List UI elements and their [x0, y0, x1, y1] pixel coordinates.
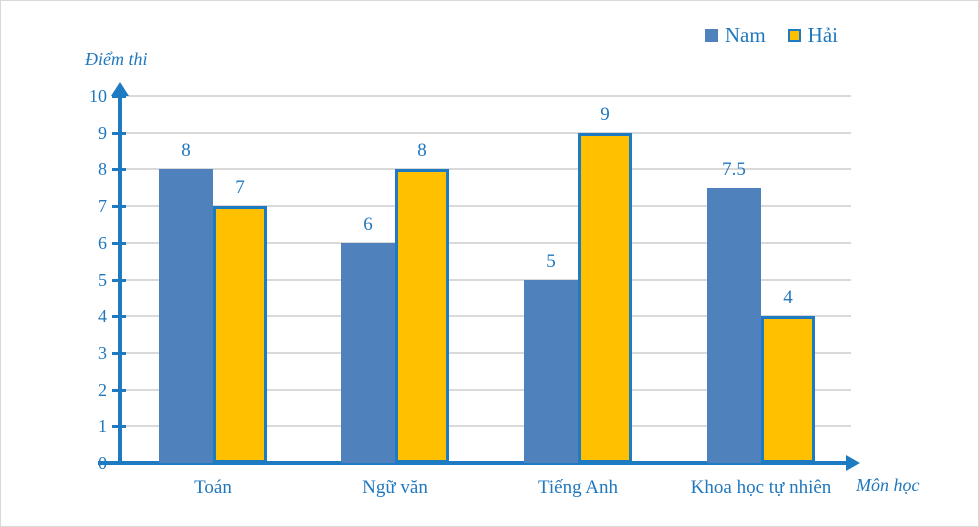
legend-item-nam[interactable]: Nam [704, 23, 766, 47]
y-axis-tick-label: 2 [98, 379, 107, 400]
legend-label-nam: Nam [724, 23, 766, 47]
bar-value-label: 7 [235, 177, 245, 199]
y-axis-tick-label: 1 [98, 416, 107, 437]
y-axis-line [118, 92, 122, 465]
legend-item-hai[interactable]: Hải [787, 23, 838, 47]
x-axis-arrow-icon [846, 455, 860, 471]
legend-swatch-hai-icon [787, 29, 801, 42]
y-axis-tick-label: 7 [98, 196, 107, 217]
bar-hải-1[interactable] [395, 169, 449, 463]
bar-hải-3[interactable] [761, 316, 815, 463]
bar-nam-0[interactable] [159, 169, 213, 463]
y-axis-tick-label: 10 [89, 86, 107, 106]
y-axis-arrow-icon [111, 82, 129, 96]
bar-nam-1[interactable] [341, 242, 395, 463]
bar-value-label: 4 [783, 287, 793, 309]
bar-chart: Nam Hải Điểm thi Môn học 109876543210 87… [0, 0, 979, 527]
y-axis-tick-label: 5 [98, 269, 107, 290]
y-axis-tick-label: 6 [98, 232, 107, 253]
y-axis-tick-label: 3 [98, 342, 107, 363]
legend-label-hai: Hải [807, 23, 838, 47]
bar-value-label: 9 [600, 103, 610, 125]
bar-hải-0[interactable] [213, 206, 267, 463]
y-axis-tick-label: 9 [98, 122, 107, 143]
bar-value-label: 7.5 [722, 158, 746, 180]
y-axis-tick-label: 4 [98, 306, 107, 327]
legend-swatch-nam-icon [704, 29, 718, 42]
gridline [121, 131, 851, 134]
bar-value-label: 8 [181, 140, 191, 162]
bar-hải-2[interactable] [578, 132, 632, 463]
gridline [121, 95, 851, 97]
bar-value-label: 8 [417, 140, 427, 162]
bar-nam-3[interactable] [707, 187, 761, 463]
y-axis-tick-label: 8 [98, 159, 107, 180]
chart-legend: Nam Hải [704, 23, 838, 47]
x-axis-category-label: Khoa học tự nhiên [690, 477, 832, 498]
y-axis-title: Điểm thi [85, 49, 148, 69]
bar-nam-2[interactable] [524, 279, 578, 463]
